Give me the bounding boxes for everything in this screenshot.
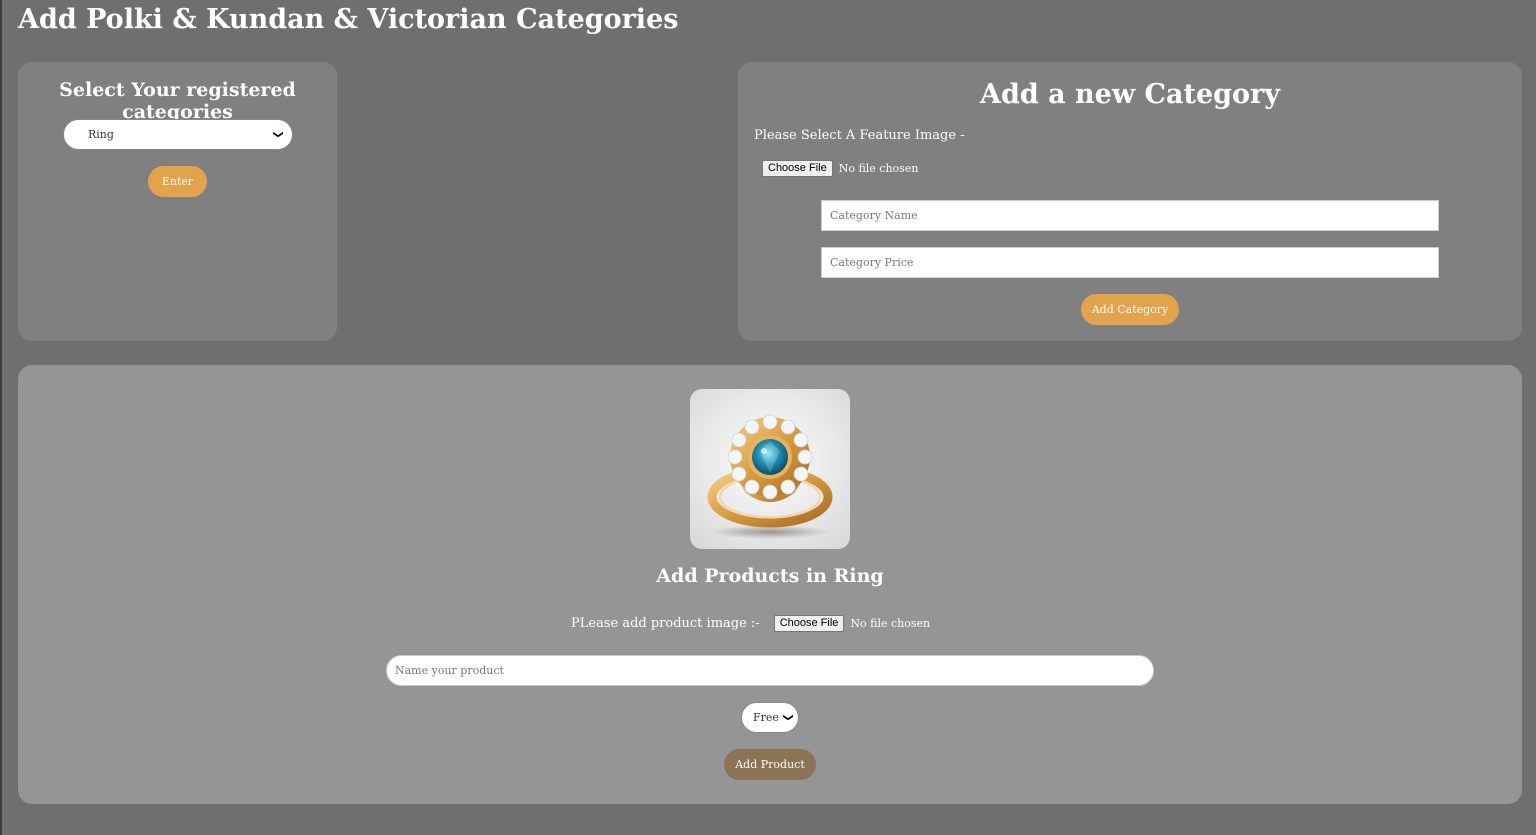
add-product-button[interactable]: Add Product — [724, 749, 816, 780]
feature-image-file-input[interactable]: Choose File No file chosen — [762, 160, 918, 177]
page-title: Add Polki & Kundan & Victorian Categorie… — [18, 4, 679, 35]
choose-file-button[interactable]: Choose File — [762, 160, 833, 177]
add-products-panel: Add Products in Ring PLease add product … — [18, 365, 1522, 804]
new-category-heading: Add a new Category — [980, 79, 1280, 110]
select-category-heading: Select Your registered categories — [59, 79, 296, 123]
product-name-placeholder: Name your product — [395, 664, 504, 677]
ring-image — [690, 389, 850, 549]
feature-image-label: Please Select A Feature Image - — [754, 128, 965, 143]
category-price-input[interactable]: Category Price — [821, 247, 1439, 278]
product-file-status: No file chosen — [850, 617, 931, 630]
chevron-down-icon: ❯ — [272, 130, 284, 139]
product-choose-file-button[interactable]: Choose File — [773, 615, 845, 632]
add-products-heading: Add Products in Ring — [656, 565, 884, 587]
product-image-label: PLease add product image :- — [571, 616, 760, 631]
chevron-down-icon: ❯ — [782, 713, 794, 722]
add-category-button[interactable]: Add Category — [1081, 294, 1179, 325]
category-name-input[interactable]: Category Name — [821, 200, 1439, 231]
window-edge — [0, 0, 2, 835]
new-category-panel: Add a new Category Please Select A Featu… — [738, 62, 1522, 341]
category-name-placeholder: Category Name — [830, 209, 918, 222]
select-category-panel: Select Your registered categories Ring ❯… — [18, 62, 337, 341]
size-select[interactable]: Free ❯ — [741, 702, 799, 733]
product-image-row: PLease add product image :- Choose File … — [571, 615, 930, 632]
size-select-value: Free — [753, 711, 779, 724]
file-status: No file chosen — [838, 162, 919, 175]
product-name-input[interactable]: Name your product — [386, 655, 1154, 686]
category-select-value: Ring — [88, 128, 114, 141]
enter-button[interactable]: Enter — [148, 166, 207, 197]
category-price-placeholder: Category Price — [830, 256, 914, 269]
category-select[interactable]: Ring ❯ — [63, 119, 293, 150]
